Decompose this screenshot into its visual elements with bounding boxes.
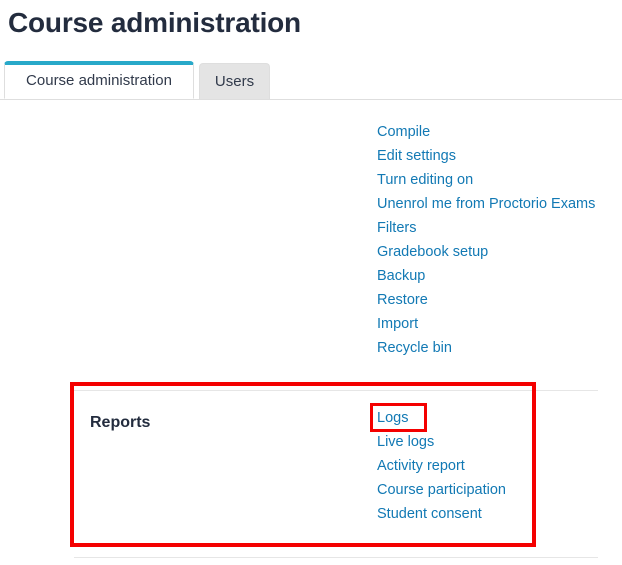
link-edit-settings[interactable]: Edit settings [377, 144, 595, 168]
link-import[interactable]: Import [377, 312, 595, 336]
link-restore[interactable]: Restore [377, 288, 595, 312]
reports-link-list: Logs Live logs Activity report Course pa… [377, 406, 506, 526]
section-divider-bottom [74, 557, 598, 558]
link-gradebook-setup[interactable]: Gradebook setup [377, 240, 595, 264]
tab-bar-bottom-rule [0, 99, 622, 100]
link-recycle-bin[interactable]: Recycle bin [377, 336, 595, 360]
link-backup[interactable]: Backup [377, 264, 595, 288]
tab-course-administration[interactable]: Course administration [4, 61, 194, 99]
link-unenrol-me[interactable]: Unenrol me from Proctorio Exams [377, 192, 595, 216]
section-divider-top [74, 390, 598, 391]
tab-course-administration-label: Course administration [26, 72, 172, 89]
link-filters[interactable]: Filters [377, 216, 595, 240]
page-title: Course administration [8, 7, 301, 38]
link-live-logs[interactable]: Live logs [377, 430, 506, 454]
link-compile[interactable]: Compile [377, 120, 595, 144]
link-activity-report[interactable]: Activity report [377, 454, 506, 478]
tab-bar: Course administration Users [0, 58, 622, 100]
link-student-consent[interactable]: Student consent [377, 502, 506, 526]
link-course-participation[interactable]: Course participation [377, 478, 506, 502]
link-logs[interactable]: Logs [377, 406, 506, 430]
course-administration-link-list: Compile Edit settings Turn editing on Un… [377, 120, 595, 360]
reports-heading: Reports [90, 414, 151, 431]
tab-users-label: Users [214, 73, 255, 90]
tab-users[interactable]: Users [199, 63, 270, 99]
link-turn-editing-on[interactable]: Turn editing on [377, 168, 595, 192]
